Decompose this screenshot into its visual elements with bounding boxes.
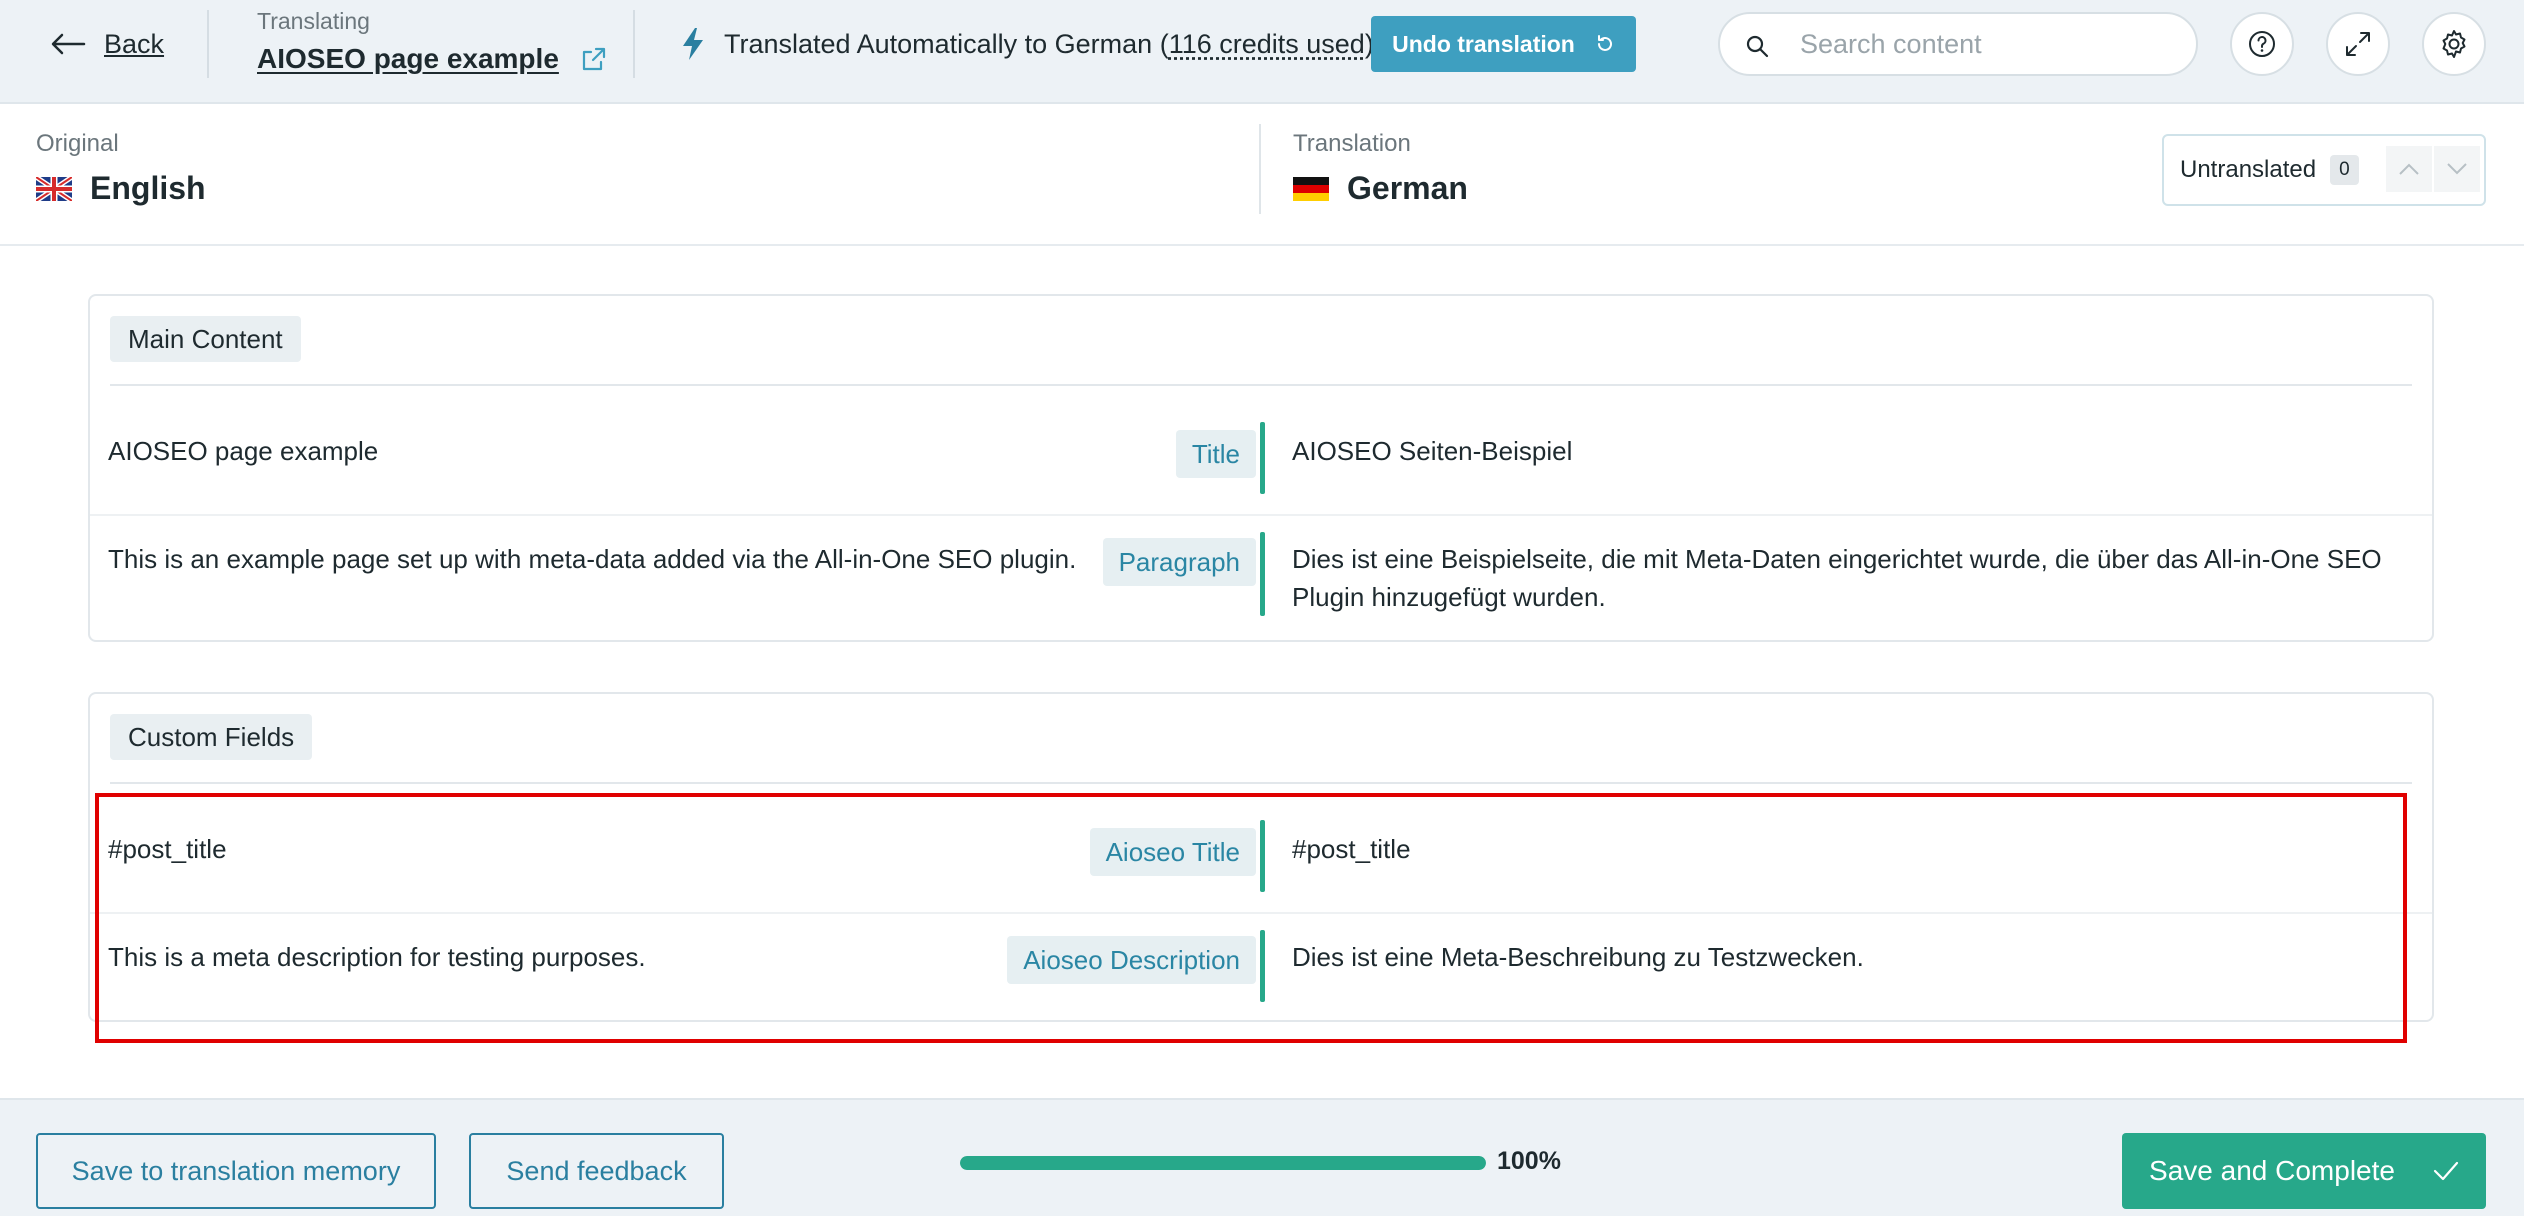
translating-caption: Translating xyxy=(257,8,370,34)
original-caption: Original xyxy=(36,130,119,157)
send-feedback-label: Send feedback xyxy=(506,1155,687,1186)
chevron-up-icon xyxy=(2399,163,2419,175)
main-content-section: Main Content AIOSEO page example Title A… xyxy=(88,294,2434,642)
send-feedback-button[interactable]: Send feedback xyxy=(469,1133,724,1209)
translation-text[interactable]: AIOSEO Seiten-Beispiel xyxy=(1292,432,2402,470)
gear-icon xyxy=(2442,30,2466,58)
translated-indicator xyxy=(1260,422,1265,494)
divider xyxy=(207,10,209,78)
translation-text[interactable]: Dies ist eine Meta-Beschreibung zu Testz… xyxy=(1292,938,2402,976)
translation-text[interactable]: #post_title xyxy=(1292,830,2402,868)
translation-text[interactable]: Dies ist eine Beispielseite, die mit Met… xyxy=(1292,540,2402,616)
chevron-down-icon xyxy=(2447,163,2467,175)
back-label: Back xyxy=(104,28,165,59)
previous-untranslated-button[interactable] xyxy=(2386,146,2432,192)
language-header: Original English Translation German Untr… xyxy=(0,104,2524,246)
translated-indicator xyxy=(1260,820,1265,892)
credits-used: 116 credits used xyxy=(1168,28,1365,59)
original-language-name: English xyxy=(90,170,206,206)
auto-note-prefix: Translated Automatically to German ( xyxy=(724,28,1169,59)
original-language: Original English xyxy=(36,130,206,207)
help-icon xyxy=(2249,31,2275,57)
divider xyxy=(633,10,635,78)
source-text: This is an example page set up with meta… xyxy=(108,544,1077,574)
search-icon xyxy=(1746,35,1769,58)
external-link-icon[interactable] xyxy=(581,46,607,72)
germany-flag-icon xyxy=(1293,176,1329,201)
untranslated-navigator: Untranslated 0 xyxy=(2162,134,2486,206)
top-bar: Back Translating AIOSEO page example Tra… xyxy=(0,0,2524,104)
save-to-memory-button[interactable]: Save to translation memory xyxy=(36,1133,436,1209)
section-divider xyxy=(110,384,2412,386)
source-text: This is a meta description for testing p… xyxy=(108,942,646,972)
translating-info: Translating AIOSEO page example xyxy=(257,8,607,75)
search-box xyxy=(1718,12,2198,76)
field-type-tag: Aioseo Description xyxy=(1007,936,1256,984)
back-button[interactable]: Back xyxy=(50,22,164,66)
arrow-left-icon xyxy=(51,33,86,55)
undo-translation-label: Undo translation xyxy=(1392,30,1575,57)
uk-flag-icon xyxy=(36,176,72,201)
source-text: #post_title xyxy=(108,834,227,864)
settings-button[interactable] xyxy=(2422,12,2486,76)
divider xyxy=(1259,124,1261,214)
source-text: AIOSEO page example xyxy=(108,436,379,466)
row-divider xyxy=(90,514,2432,516)
section-divider xyxy=(110,782,2412,784)
custom-fields-section: Custom Fields #post_title Aioseo Title #… xyxy=(88,692,2434,1022)
progress-percent: 100% xyxy=(1497,1147,1561,1175)
checkmark-icon xyxy=(2433,1161,2459,1181)
translation-language-name: German xyxy=(1347,170,1468,206)
section-title: Custom Fields xyxy=(110,714,313,760)
section-title: Main Content xyxy=(110,316,301,362)
untranslated-count-badge: 0 xyxy=(2330,155,2359,185)
page-title-link[interactable]: AIOSEO page example xyxy=(257,43,559,75)
lightning-icon xyxy=(683,28,703,60)
row-divider xyxy=(90,912,2432,914)
field-type-tag: Title xyxy=(1175,430,1256,478)
translated-indicator xyxy=(1260,930,1265,1002)
progress-bar xyxy=(960,1156,1486,1170)
next-untranslated-button[interactable] xyxy=(2434,146,2480,192)
progress-fill xyxy=(960,1156,1486,1170)
fullscreen-button[interactable] xyxy=(2326,12,2390,76)
translation-caption: Translation xyxy=(1293,130,1411,157)
expand-icon xyxy=(2346,32,2370,56)
field-type-tag: Paragraph xyxy=(1102,538,1256,586)
untranslated-label: Untranslated xyxy=(2180,156,2317,183)
help-button[interactable] xyxy=(2230,12,2294,76)
save-and-complete-button[interactable]: Save and Complete xyxy=(2122,1133,2486,1209)
translation-language: Translation German xyxy=(1293,130,1468,207)
field-type-tag: Aioseo Title xyxy=(1089,828,1256,876)
undo-icon xyxy=(1597,35,1612,51)
undo-translation-button[interactable]: Undo translation xyxy=(1371,16,1636,72)
translated-indicator xyxy=(1260,532,1265,616)
search-input[interactable] xyxy=(1800,24,2180,64)
footer-bar: Save to translation memory Send feedback… xyxy=(0,1098,2524,1216)
save-to-memory-label: Save to translation memory xyxy=(71,1155,401,1186)
auto-translation-note: Translated Automatically to German (116 … xyxy=(680,24,1374,64)
save-and-complete-label: Save and Complete xyxy=(2149,1155,2395,1186)
